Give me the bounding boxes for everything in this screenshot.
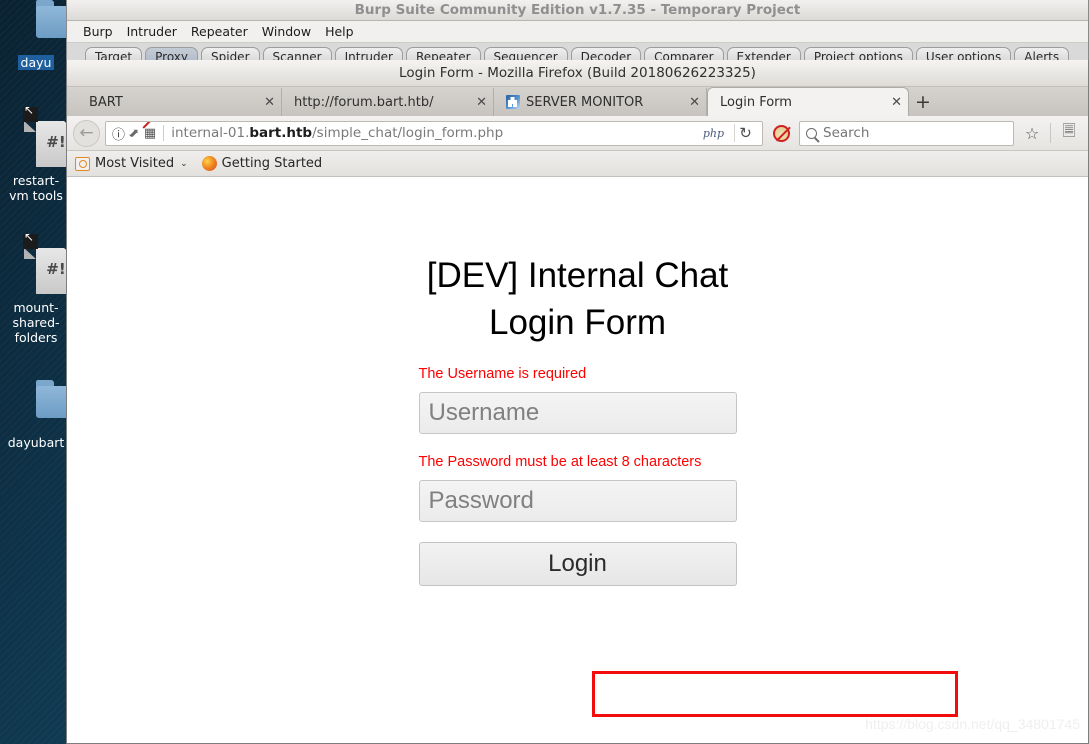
firefox-title-bar: Login Form - Mozilla Firefox (Build 2018… [67,60,1088,87]
burp-menu-window[interactable]: Window [262,24,311,39]
username-input[interactable] [428,399,727,427]
desktop-icon-dayu[interactable]: dayu [0,0,80,71]
desktop-icon-column: dayu #! restart-vm tools #! mount-shared… [0,0,80,744]
shell-script-icon: #! [0,107,76,173]
burp-title-bar: Burp Suite Community Edition v1.7.35 - T… [67,0,1088,21]
most-visited-icon [75,156,90,171]
desktop-icon-label: mount-shared-folders [12,300,60,345]
username-field[interactable] [418,392,737,434]
desktop-icon-label: restart-vm tools [9,173,63,203]
site-info-icon[interactable]: ⓘ [112,124,125,143]
burp-menu-burp[interactable]: Burp [83,24,113,39]
shell-script-icon: #! [0,234,76,300]
desktop-icon-label: dayubart [7,435,65,450]
username-error-message: The Username is required [418,366,587,382]
back-button[interactable]: ← [73,119,100,147]
bookmarks-toolbar: Most Visited ⌄ Getting Started [67,151,1088,177]
firefox-window-title: Login Form - Mozilla Firefox (Build 2018… [399,65,756,81]
firefox-navigation-bar: ← ⓘ ➥ ▦ internal-01.bart.htb/simple_chat… [67,116,1088,151]
browser-tab-server-monitor[interactable]: SERVER MONITOR ✕ [494,88,707,116]
reload-icon[interactable]: ↻ [734,124,756,142]
tab-title: Login Form [720,94,792,110]
folder-icon [0,380,80,432]
burp-menu-repeater[interactable]: Repeater [191,24,248,39]
bookmark-getting-started[interactable]: Getting Started [201,156,323,171]
library-icon[interactable]: 🗏 [1056,120,1082,146]
key-icon: ➥ [125,123,144,143]
page-viewport: [DEV] Internal Chat Login Form The Usern… [67,182,1088,742]
desktop-icon-restart-vm-tools[interactable]: #! restart-vm tools [0,107,76,204]
burp-menu-intruder[interactable]: Intruder [127,24,177,39]
password-error-message: The Password must be at least 8 characte… [418,454,702,470]
address-bar[interactable]: ⓘ ➥ ▦ internal-01.bart.htb/simple_chat/l… [105,120,763,146]
chevron-down-icon: ⌄ [180,158,188,169]
folder-icon [0,0,80,52]
desktop-icon-label: dayu [17,55,55,70]
divider [1050,123,1051,143]
new-tab-button[interactable]: + [909,88,937,116]
back-arrow-icon: ← [79,123,94,143]
burp-window-title: Burp Suite Community Edition v1.7.35 - T… [354,2,801,18]
watermark-text: https://blog.csdn.net/qq_34801745 [865,716,1080,732]
close-icon[interactable]: ✕ [689,95,700,110]
url-text: internal-01.bart.htb/simple_chat/login_f… [171,125,504,141]
firefox-icon [201,156,217,171]
site-favicon-icon [506,95,520,109]
bookmark-most-visited[interactable]: Most Visited ⌄ [75,156,188,171]
browser-tab-forum[interactable]: http://forum.bart.htb/ ✕ [282,88,494,116]
noscript-icon[interactable] [768,120,794,146]
burp-menu-help[interactable]: Help [325,24,354,39]
browser-tab-bart[interactable]: BART ✕ [77,88,282,116]
desktop-icon-mount-shared-folders[interactable]: #! mount-shared-folders [0,234,76,346]
tracking-blocked-icon[interactable]: ▦ [144,126,156,141]
search-bar[interactable] [799,120,1014,146]
desktop-icon-dayubart[interactable]: dayubart [0,380,80,451]
page-title: [DEV] Internal Chat Login Form [426,256,729,342]
bookmark-label: Getting Started [221,156,323,171]
tab-title: SERVER MONITOR [526,94,644,110]
divider [163,125,165,141]
annotation-highlight-box [592,671,958,717]
search-input[interactable] [823,125,1007,141]
close-icon[interactable]: ✕ [891,95,902,110]
firefox-window: Login Form - Mozilla Firefox (Build 2018… [66,60,1089,744]
password-field[interactable] [418,480,737,522]
close-icon[interactable]: ✕ [476,95,487,110]
bookmark-star-icon[interactable]: ☆ [1019,120,1045,146]
close-icon[interactable]: ✕ [264,95,275,110]
password-input[interactable] [428,487,727,515]
firefox-tab-strip: BART ✕ http://forum.bart.htb/ ✕ SERVER M… [67,87,1088,116]
search-icon [806,127,817,139]
tab-title: BART [89,94,123,110]
login-button[interactable]: Login [418,542,737,586]
burp-menu-bar: Burp Intruder Repeater Window Help [67,21,1088,43]
browser-tab-login-form[interactable]: Login Form ✕ [707,87,909,116]
tab-title: http://forum.bart.htb/ [294,94,434,110]
php-indicator-badge: php [702,126,724,140]
bookmark-label: Most Visited [95,156,175,171]
